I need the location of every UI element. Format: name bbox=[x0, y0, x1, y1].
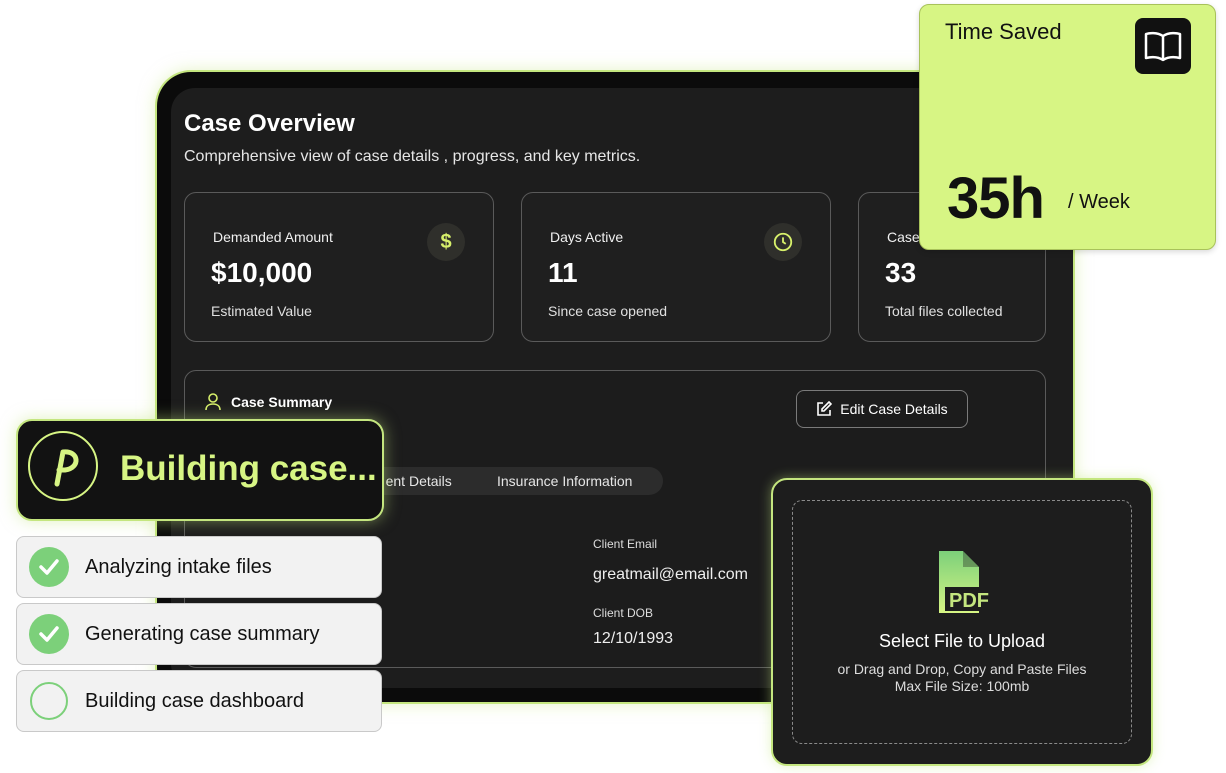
tab-client-details[interactable]: ent Details bbox=[386, 473, 452, 489]
upload-card[interactable]: PDF Select File to Upload or Drag and Dr… bbox=[771, 478, 1153, 766]
book-icon bbox=[1135, 18, 1191, 74]
svg-text:PDF: PDF bbox=[949, 590, 989, 612]
summary-tabs: ent Details Insurance Information bbox=[355, 467, 663, 495]
metric-value: $10,000 bbox=[211, 257, 313, 288]
metric-label: Days Active bbox=[550, 229, 624, 245]
dropzone[interactable]: PDF Select File to Upload or Drag and Dr… bbox=[792, 500, 1132, 744]
metric-caption: Total files collected bbox=[885, 303, 1003, 319]
check-icon bbox=[29, 547, 69, 587]
page-subtitle: Comprehensive view of case details , pro… bbox=[184, 148, 641, 165]
progress-step: Analyzing intake files bbox=[16, 536, 382, 598]
client-email-label: Client Email bbox=[593, 537, 658, 551]
loading-spinner-icon bbox=[30, 682, 68, 720]
brand-logo-icon bbox=[28, 431, 98, 501]
step-label: Building case dashboard bbox=[85, 690, 305, 712]
metric-card-days-active: Days Active 11 Since case opened bbox=[521, 192, 831, 342]
upload-subtitle: or Drag and Drop, Copy and Paste Files bbox=[837, 661, 1087, 677]
progress-step: Building case dashboard bbox=[16, 670, 382, 732]
metric-caption: Estimated Value bbox=[211, 303, 312, 319]
metric-label: Demanded Amount bbox=[213, 229, 333, 245]
client-email-value: greatmail@email.com bbox=[593, 566, 748, 583]
metric-card-demanded-amount: Demanded Amount $10,000 Estimated Value … bbox=[184, 192, 494, 342]
edit-case-details-button[interactable]: Edit Case Details bbox=[796, 390, 968, 428]
building-case-text: Building case... bbox=[120, 449, 377, 488]
tab-insurance-information[interactable]: Insurance Information bbox=[497, 473, 632, 489]
check-icon bbox=[29, 614, 69, 654]
progress-step: Generating case summary bbox=[16, 603, 382, 665]
building-case-card: Building case... bbox=[16, 419, 384, 521]
metric-value: 33 bbox=[885, 257, 917, 288]
clock-icon bbox=[764, 223, 802, 261]
time-saved-unit: / Week bbox=[1068, 191, 1130, 213]
step-label: Analyzing intake files bbox=[85, 556, 272, 578]
user-icon bbox=[205, 393, 221, 411]
metric-value: 11 bbox=[548, 257, 578, 288]
edit-button-label: Edit Case Details bbox=[840, 401, 948, 417]
step-label: Generating case summary bbox=[85, 623, 320, 645]
dollar-icon: $ bbox=[427, 223, 465, 261]
metric-label: Case bbox=[887, 229, 920, 245]
time-saved-card: Time Saved 35h / Week bbox=[919, 4, 1216, 250]
case-summary-header: Case Summary bbox=[205, 393, 332, 411]
client-dob-value: 12/10/1993 bbox=[593, 630, 674, 647]
upload-title: Select File to Upload bbox=[878, 631, 1046, 651]
metric-caption: Since case opened bbox=[548, 303, 668, 319]
case-summary-title: Case Summary bbox=[231, 394, 333, 410]
edit-icon bbox=[817, 401, 833, 416]
time-saved-title: Time Saved bbox=[945, 19, 1062, 44]
page-title: Case Overview bbox=[184, 110, 355, 137]
upload-size-limit: Max File Size: 100mb bbox=[894, 678, 1030, 694]
client-dob-label: Client DOB bbox=[593, 606, 654, 620]
pdf-icon: PDF bbox=[939, 551, 993, 613]
time-saved-value: 35h bbox=[947, 166, 1045, 231]
